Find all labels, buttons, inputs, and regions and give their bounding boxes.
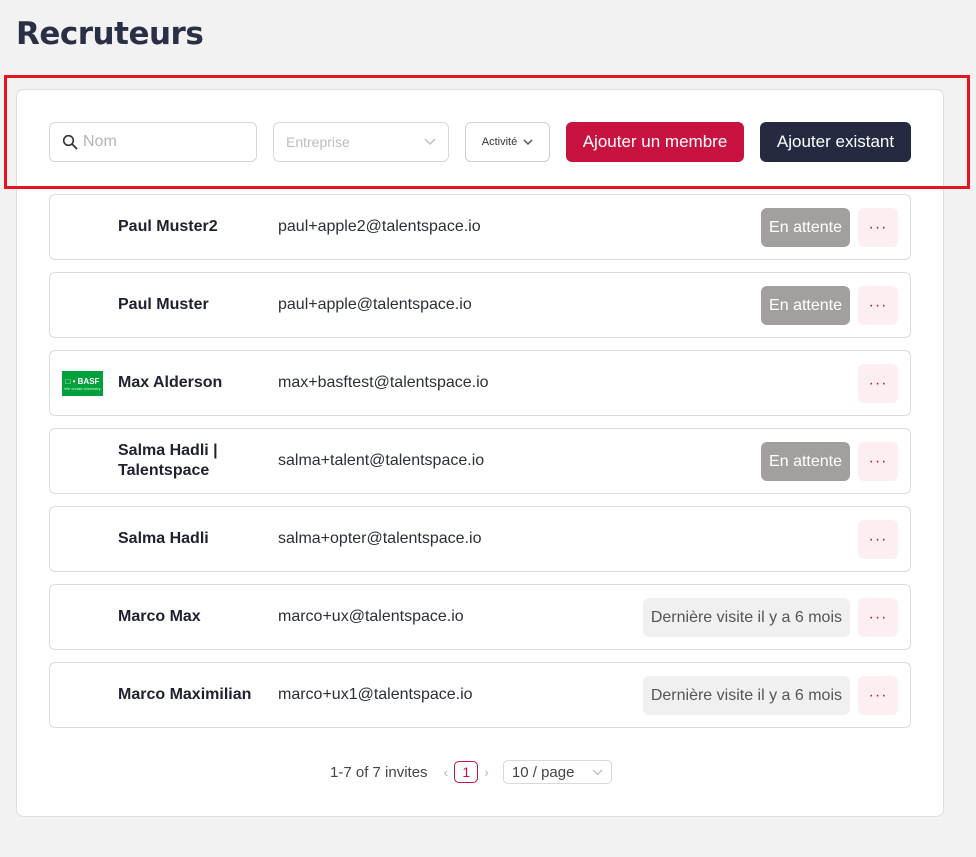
recruiter-row: Paul Muster2 paul+apple2@talentspace.io En…: [49, 194, 911, 260]
page-title: Recruteurs: [16, 16, 204, 52]
chevron-down-icon: [523, 138, 533, 145]
basf-logo-mark: □ • BASF: [65, 376, 100, 386]
basf-logo-tagline: We create chemistry: [64, 385, 101, 391]
prev-page-icon[interactable]: ‹: [444, 764, 449, 780]
more-options-button[interactable]: ···: [858, 676, 898, 715]
recruiter-email: max+basftest@talentspace.io: [278, 374, 489, 391]
recruiter-email: paul+apple@talentspace.io: [278, 296, 472, 313]
search-field[interactable]: [49, 122, 257, 162]
recruiter-email: paul+apple2@talentspace.io: [278, 218, 481, 235]
recruiter-email: marco+ux1@talentspace.io: [278, 686, 473, 703]
company-logo: □ • BASF We create chemistry: [62, 371, 103, 396]
activity-select[interactable]: Activité: [465, 122, 550, 162]
recruiters-list: Paul Muster2 paul+apple2@talentspace.io En…: [49, 194, 911, 740]
recruiter-email: salma+opter@talentspace.io: [278, 530, 482, 547]
recruiter-row: Marco Maximilian marco+ux1@talentspace.io…: [49, 662, 911, 728]
more-options-button[interactable]: ···: [858, 598, 898, 637]
status-badge-pending: En attente: [761, 442, 850, 481]
page-size-label: 10 / page: [511, 763, 575, 781]
pagination: 1-7 of 7 invites ‹ 1 › 10 / page: [330, 760, 612, 784]
add-existing-button[interactable]: Ajouter existant: [760, 122, 911, 162]
add-member-button[interactable]: Ajouter un membre: [566, 122, 744, 162]
status-badge-last-visit: Dernière visite il y a 6 mois: [642, 676, 850, 715]
recruiter-name: Salma Hadli: [118, 530, 209, 547]
more-options-button[interactable]: ···: [858, 286, 898, 325]
chevron-down-icon: [592, 769, 603, 775]
search-icon: [62, 134, 78, 150]
pagination-summary: 1-7 of 7 invites: [330, 763, 428, 781]
recruiter-name: Salma Hadli | Talentspace: [118, 442, 218, 479]
recruiter-email: salma+talent@talentspace.io: [278, 452, 485, 469]
more-options-button[interactable]: ···: [858, 364, 898, 403]
status-badge-last-visit: Dernière visite il y a 6 mois: [642, 598, 850, 637]
recruiter-name: Paul Muster: [118, 296, 209, 313]
status-badge-pending: En attente: [761, 208, 850, 247]
recruiter-name: Paul Muster2: [118, 218, 218, 235]
recruiter-row: □ • BASF We create chemistry Max Alderson m…: [49, 350, 911, 416]
recruiter-row: Salma Hadli salma+opter@talentspace.io ···: [49, 506, 911, 572]
recruiter-row: Paul Muster paul+apple@talentspace.io En a…: [49, 272, 911, 338]
activity-select-label: Activité: [481, 136, 518, 148]
company-select-placeholder: Entreprise: [286, 134, 350, 150]
status-badge-pending: En attente: [761, 286, 850, 325]
recruiter-email: marco+ux@talentspace.io: [278, 608, 464, 625]
recruiter-name: Marco Maximilian: [118, 686, 252, 703]
chevron-down-icon: [424, 138, 436, 145]
search-input[interactable]: [83, 133, 243, 151]
page-number[interactable]: 1: [454, 761, 479, 783]
page-size-select[interactable]: 10 / page: [502, 760, 612, 784]
more-options-button[interactable]: ···: [858, 520, 898, 559]
company-select[interactable]: Entreprise: [273, 122, 449, 162]
recruiter-row: Marco Max marco+ux@talentspace.io Dernière…: [49, 584, 911, 650]
basf-logo: □ • BASF We create chemistry: [62, 371, 103, 396]
more-options-button[interactable]: ···: [858, 442, 898, 481]
recruiter-name: Marco Max: [118, 608, 201, 625]
next-page-icon[interactable]: ›: [484, 764, 489, 780]
recruiter-row: Salma Hadli | Talentspace salma+talent@ta…: [49, 428, 911, 494]
recruiter-name: Max Alderson: [118, 374, 223, 391]
more-options-button[interactable]: ···: [858, 208, 898, 247]
